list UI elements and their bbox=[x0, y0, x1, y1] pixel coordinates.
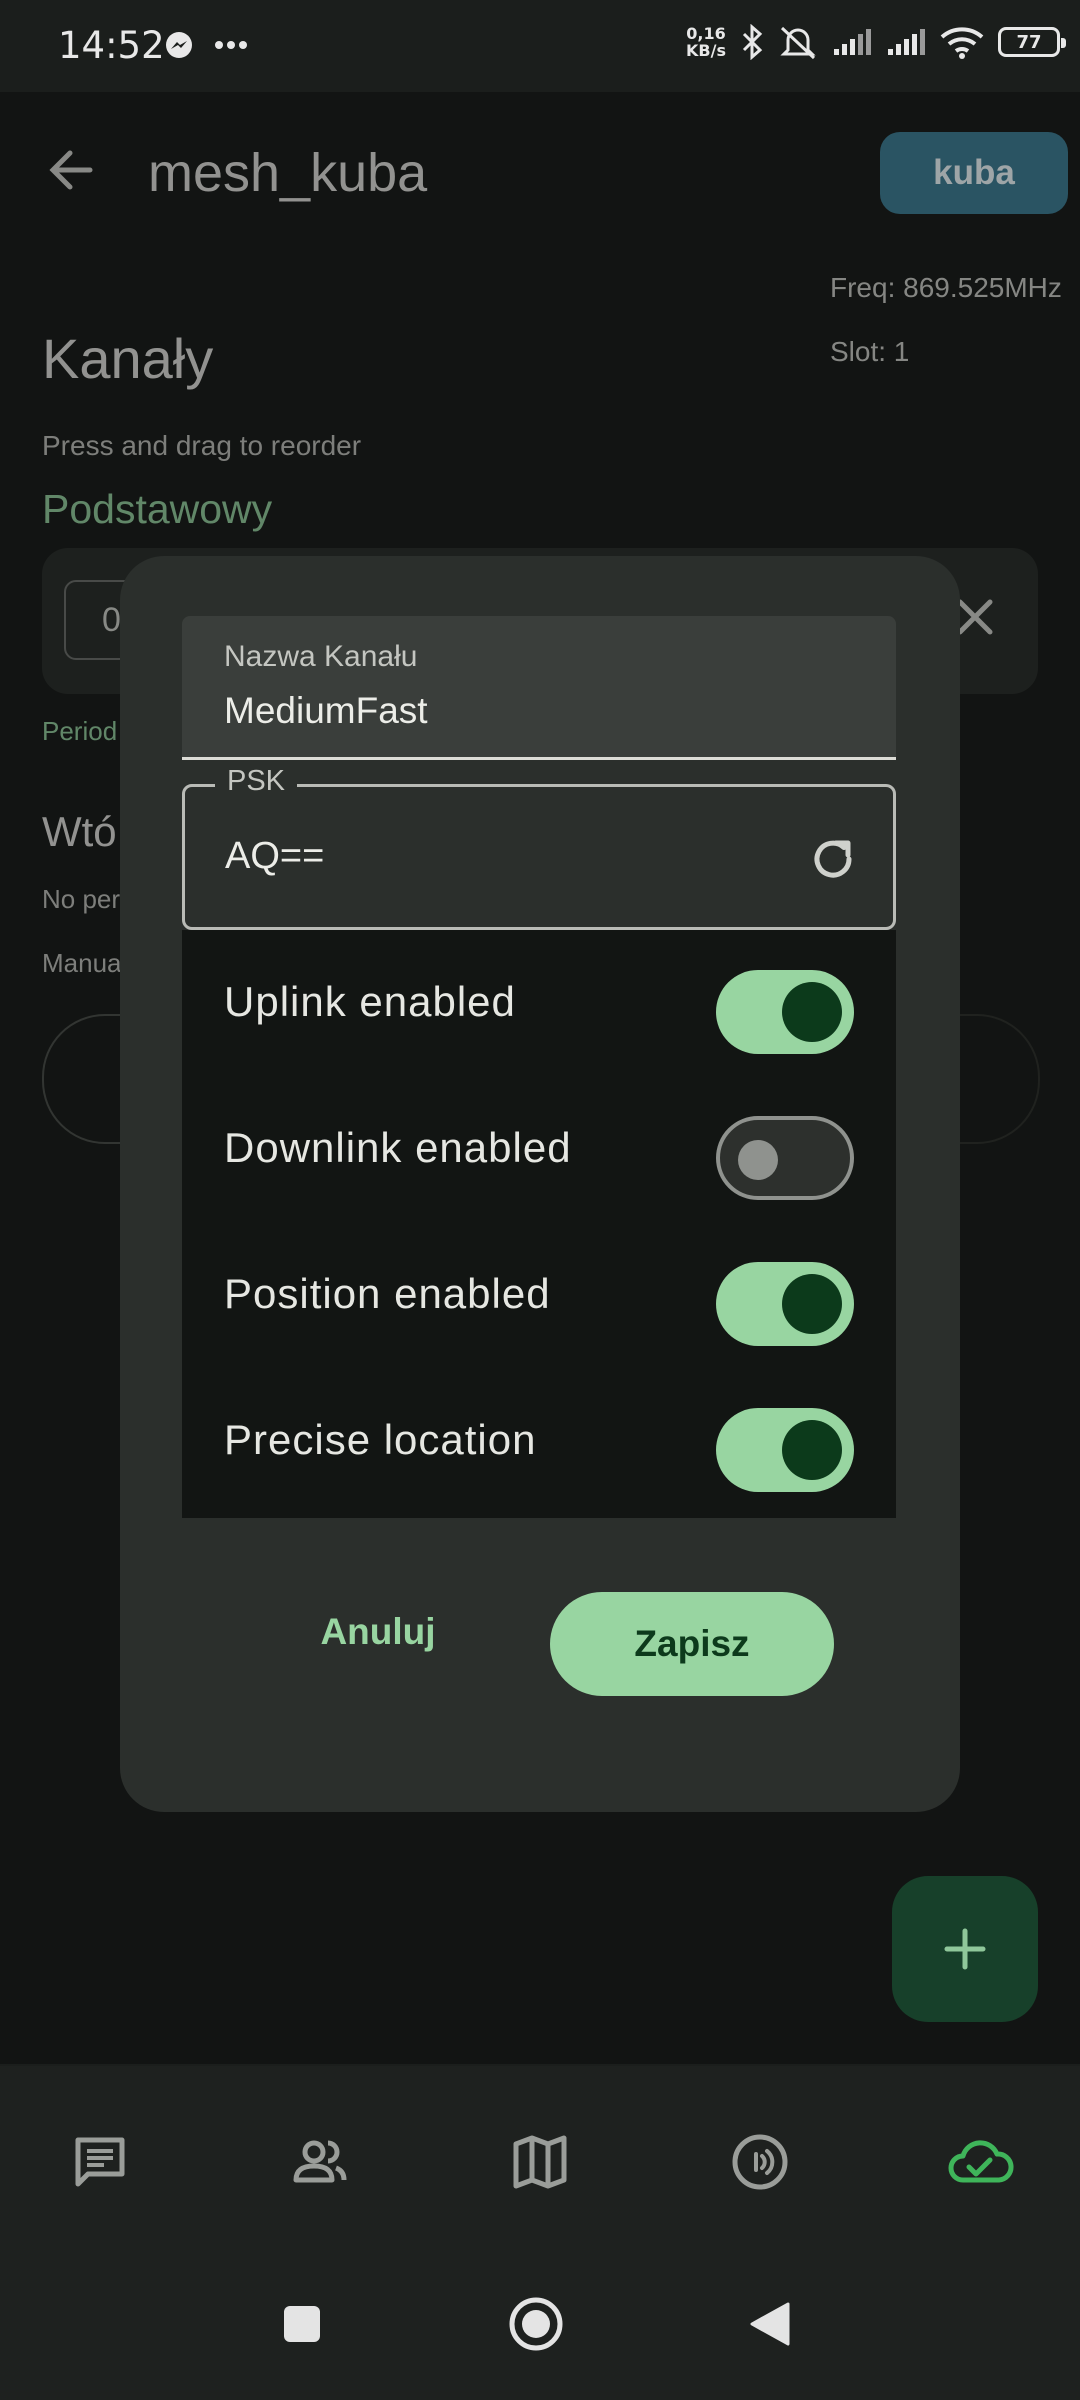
refresh-icon[interactable] bbox=[807, 833, 859, 885]
save-button[interactable]: Zapisz bbox=[550, 1592, 834, 1696]
psk-value[interactable]: AQ== bbox=[225, 835, 324, 878]
toggles-panel: Uplink enabled Downlink enabled Position… bbox=[182, 930, 896, 1518]
signal-icon bbox=[834, 29, 871, 55]
network-speed-value: 0,16 bbox=[686, 24, 726, 43]
nav-messages[interactable] bbox=[60, 2122, 140, 2202]
channel-name-value[interactable]: MediumFast bbox=[224, 690, 428, 732]
messages-icon bbox=[75, 2137, 125, 2187]
square-icon bbox=[284, 2306, 320, 2342]
channel-name-label: Nazwa Kanału bbox=[224, 640, 418, 673]
radio-config-icon bbox=[732, 2134, 788, 2190]
switch-knob bbox=[738, 1140, 778, 1180]
home-button[interactable] bbox=[496, 2284, 576, 2364]
screen: 14:52 0,16 KB/s 77 mesh_kuba kuba Freq: … bbox=[0, 0, 1080, 2400]
downlink-label: Downlink enabled bbox=[224, 1124, 572, 1171]
psk-label: PSK bbox=[215, 765, 298, 798]
toggle-row-position[interactable]: Position enabled bbox=[182, 1222, 896, 1368]
bottom-navigation bbox=[0, 2066, 1080, 2252]
back-button[interactable] bbox=[730, 2284, 810, 2364]
precise-location-label: Precise location bbox=[224, 1416, 537, 1463]
battery-icon: 77 bbox=[998, 27, 1066, 57]
position-switch[interactable] bbox=[716, 1262, 854, 1346]
switch-knob bbox=[782, 1420, 842, 1480]
cloud-connected-icon bbox=[948, 2140, 1014, 2183]
messenger-icon bbox=[166, 32, 192, 58]
signal-icon bbox=[888, 29, 925, 55]
switch-knob bbox=[782, 982, 842, 1042]
precise-location-switch[interactable] bbox=[716, 1408, 854, 1492]
network-speed: 0,16 KB/s bbox=[686, 25, 726, 59]
toggle-row-downlink[interactable]: Downlink enabled bbox=[182, 1076, 896, 1222]
status-bar: 14:52 0,16 KB/s 77 bbox=[0, 0, 1080, 92]
status-time: 14:52 bbox=[58, 24, 165, 67]
status-left-icons bbox=[164, 30, 248, 60]
psk-field[interactable]: PSK AQ== bbox=[182, 765, 896, 930]
nav-contacts[interactable] bbox=[280, 2122, 360, 2202]
home-circle-icon bbox=[509, 2297, 563, 2351]
channel-name-field[interactable]: Nazwa Kanału MediumFast bbox=[182, 616, 896, 760]
recents-button[interactable] bbox=[262, 2284, 342, 2364]
status-right-icons: 0,16 KB/s 77 bbox=[686, 24, 1066, 60]
uplink-switch[interactable] bbox=[716, 970, 854, 1054]
silent-icon bbox=[780, 26, 816, 60]
system-navigation-bar bbox=[0, 2252, 1080, 2400]
cancel-button[interactable]: Anuluj bbox=[290, 1592, 466, 1672]
uplink-label: Uplink enabled bbox=[224, 978, 516, 1025]
toggle-row-uplink[interactable]: Uplink enabled bbox=[182, 930, 896, 1076]
map-icon bbox=[513, 2135, 567, 2189]
switch-knob bbox=[782, 1274, 842, 1334]
bluetooth-icon bbox=[742, 24, 763, 60]
back-triangle-icon bbox=[750, 2302, 790, 2346]
nav-connection[interactable] bbox=[940, 2122, 1020, 2202]
nav-radio-config[interactable] bbox=[720, 2122, 800, 2202]
wifi-icon bbox=[940, 27, 984, 59]
position-label: Position enabled bbox=[224, 1270, 551, 1317]
contacts-icon bbox=[293, 2140, 347, 2183]
edit-channel-dialog: Nazwa Kanału MediumFast PSK AQ== Uplink … bbox=[120, 556, 960, 1812]
plus-icon bbox=[944, 1928, 986, 1970]
more-dots-icon bbox=[215, 41, 247, 49]
network-speed-unit: KB/s bbox=[686, 41, 726, 60]
nav-map[interactable] bbox=[500, 2122, 580, 2202]
add-channel-fab[interactable] bbox=[892, 1876, 1038, 2022]
downlink-switch[interactable] bbox=[716, 1116, 854, 1200]
toggle-row-precise-location[interactable]: Precise location bbox=[182, 1368, 896, 1514]
